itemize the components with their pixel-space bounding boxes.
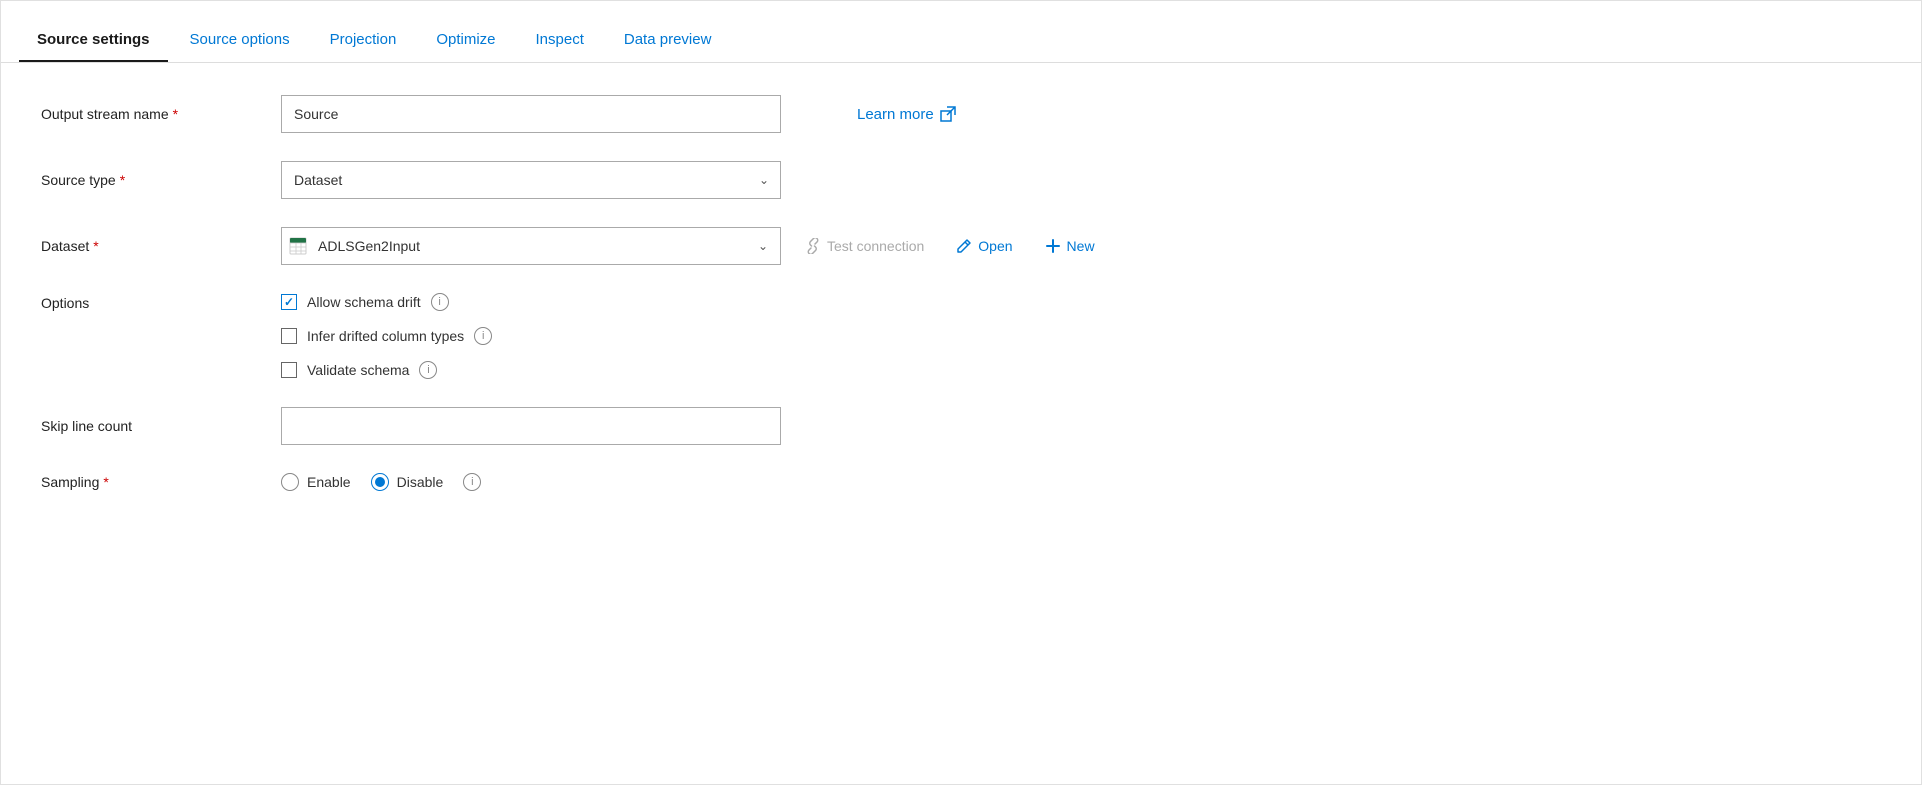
external-link-icon (940, 106, 956, 122)
required-star-dataset: * (93, 238, 98, 254)
option-validate-schema: Validate schema i (281, 361, 492, 379)
radio-disable[interactable] (371, 473, 389, 491)
radio-enable[interactable] (281, 473, 299, 491)
required-star-source-type: * (120, 172, 125, 188)
output-stream-name-input[interactable] (281, 95, 781, 133)
open-button[interactable]: Open (948, 234, 1020, 258)
sampling-row: Sampling * Enable Disable i (41, 473, 1881, 491)
info-icon-sampling[interactable]: i (463, 473, 481, 491)
dataset-sheet-icon (282, 236, 314, 256)
required-star-sampling: * (103, 474, 108, 490)
output-stream-name-control-area: Learn more (281, 95, 1881, 133)
form-content: Output stream name * Learn more Source t… (1, 63, 1921, 551)
tab-source-options[interactable]: Source options (172, 31, 308, 62)
dataset-select[interactable]: ADLSGen2Input (314, 228, 780, 264)
options-label: Options (41, 293, 281, 311)
options-controls: Allow schema drift i Infer drifted colum… (281, 293, 492, 379)
sampling-disable-label: Disable (397, 474, 444, 490)
source-type-select[interactable]: Dataset Inline (281, 161, 781, 199)
skip-line-count-label: Skip line count (41, 418, 281, 434)
tab-optimize[interactable]: Optimize (418, 31, 513, 62)
infer-drifted-label: Infer drifted column types (307, 328, 464, 344)
required-star-stream: * (173, 106, 178, 122)
pencil-icon (956, 238, 972, 254)
dataset-row: Dataset * (41, 227, 1881, 265)
sampling-disable-option[interactable]: Disable (371, 473, 444, 491)
main-container: Source settings Source options Projectio… (0, 0, 1922, 785)
dataset-select-wrapper: ADLSGen2Input ⌄ (281, 227, 781, 265)
tab-bar: Source settings Source options Projectio… (1, 1, 1921, 63)
source-type-select-wrapper: Dataset Inline ⌄ (281, 161, 781, 199)
skip-line-count-input[interactable] (281, 407, 781, 445)
output-stream-name-label: Output stream name * (41, 106, 281, 122)
tab-inspect[interactable]: Inspect (518, 31, 602, 62)
allow-schema-drift-label: Allow schema drift (307, 294, 421, 310)
link-icon (805, 238, 821, 254)
output-stream-name-row: Output stream name * Learn more (41, 95, 1881, 133)
sampling-enable-label: Enable (307, 474, 351, 490)
learn-more-link[interactable]: Learn more (857, 106, 956, 123)
sampling-label: Sampling * (41, 474, 281, 490)
plus-icon (1045, 238, 1061, 254)
sampling-control-area: Enable Disable i (281, 473, 1881, 491)
new-button[interactable]: New (1037, 234, 1103, 258)
validate-schema-label: Validate schema (307, 362, 409, 378)
options-row: Options Allow schema drift i Infer drift… (41, 293, 1881, 379)
test-connection-button[interactable]: Test connection (797, 234, 932, 258)
tab-source-settings[interactable]: Source settings (19, 31, 168, 62)
skip-line-count-row: Skip line count (41, 407, 1881, 445)
dataset-control-area: ADLSGen2Input ⌄ Test connection (281, 227, 1881, 265)
option-allow-schema-drift: Allow schema drift i (281, 293, 492, 311)
info-icon-infer-drifted[interactable]: i (474, 327, 492, 345)
checkbox-validate-schema[interactable] (281, 362, 297, 378)
info-icon-allow-schema-drift[interactable]: i (431, 293, 449, 311)
source-type-row: Source type * Dataset Inline ⌄ (41, 161, 1881, 199)
source-type-label: Source type * (41, 172, 281, 188)
tab-data-preview[interactable]: Data preview (606, 31, 730, 62)
tab-projection[interactable]: Projection (312, 31, 415, 62)
option-infer-drifted: Infer drifted column types i (281, 327, 492, 345)
sampling-radio-group: Enable Disable i (281, 473, 481, 491)
checkbox-infer-drifted[interactable] (281, 328, 297, 344)
source-type-control-area: Dataset Inline ⌄ (281, 161, 1881, 199)
info-icon-validate-schema[interactable]: i (419, 361, 437, 379)
checkbox-allow-schema-drift[interactable] (281, 294, 297, 310)
dataset-label: Dataset * (41, 238, 281, 254)
sampling-enable-option[interactable]: Enable (281, 473, 351, 491)
skip-line-count-control-area (281, 407, 1881, 445)
